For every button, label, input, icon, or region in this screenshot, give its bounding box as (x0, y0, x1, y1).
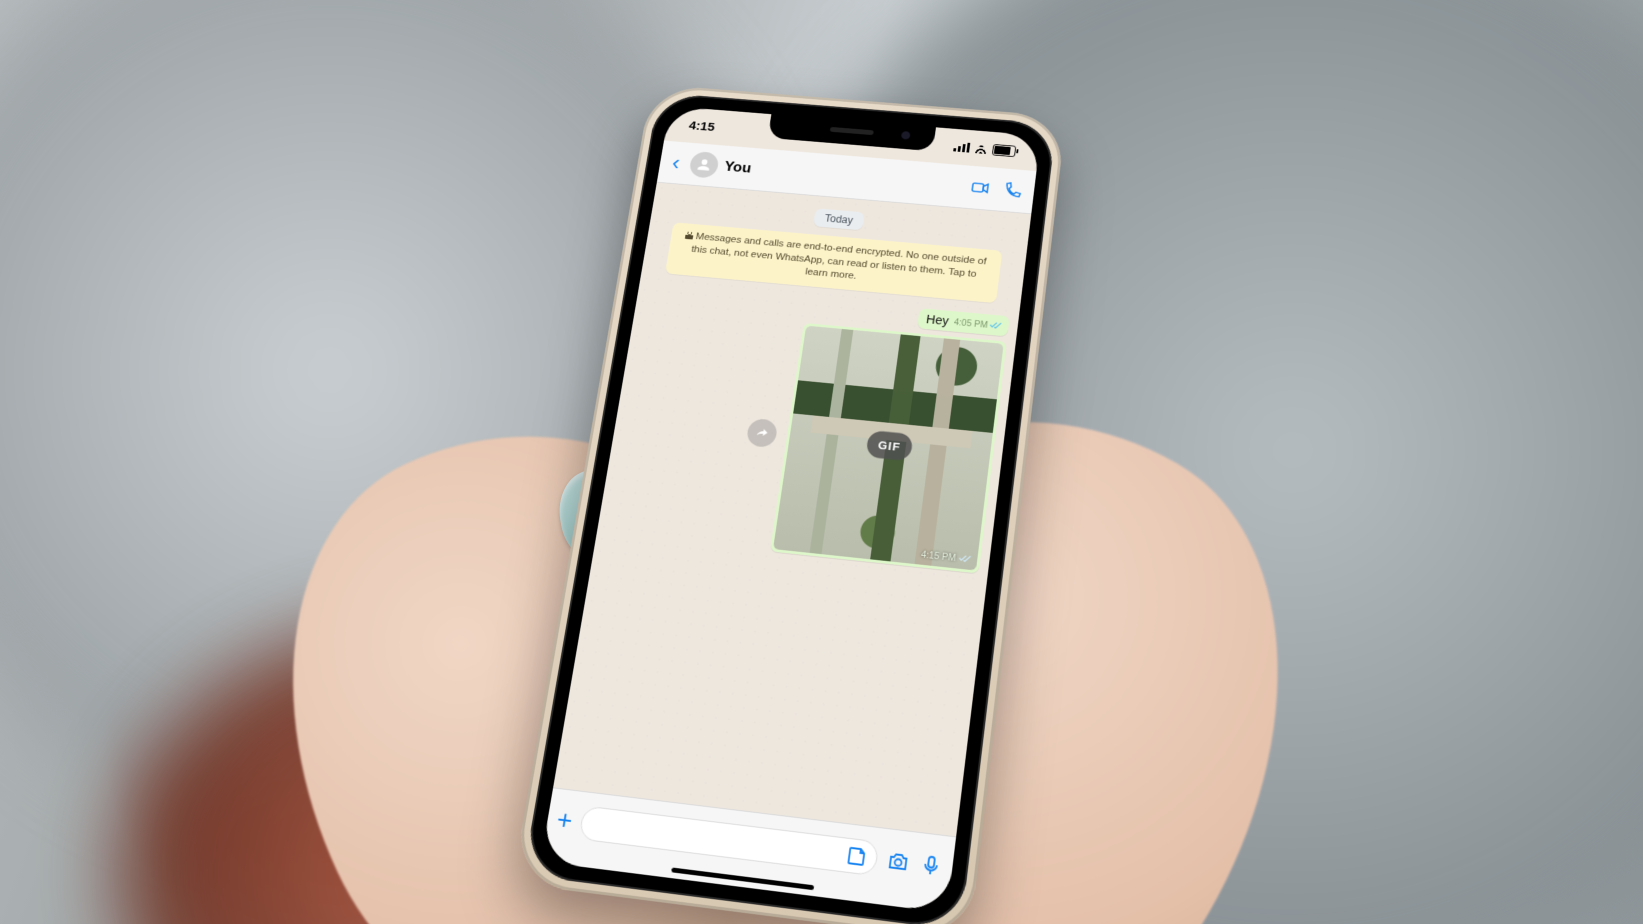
mic-button[interactable] (918, 853, 944, 879)
person-icon (694, 156, 714, 173)
voice-call-button[interactable] (999, 178, 1027, 203)
battery-icon (992, 144, 1016, 157)
encryption-notice-text: Messages and calls are end-to-end encryp… (691, 232, 987, 282)
front-camera (901, 131, 911, 140)
read-receipt-icon (958, 553, 972, 566)
video-call-button[interactable] (967, 175, 995, 200)
contact-avatar[interactable] (688, 151, 720, 179)
attach-button[interactable]: + (555, 806, 575, 834)
camera-button[interactable] (885, 849, 911, 875)
outgoing-text-message[interactable]: Hey 4:05 PM (917, 308, 1010, 336)
lock-icon (685, 232, 694, 240)
video-icon (969, 177, 993, 198)
sticker-button[interactable] (844, 844, 870, 870)
forward-button[interactable] (746, 417, 779, 447)
contact-name[interactable]: You (723, 159, 962, 195)
photo-scene: 4:15 ‹ You (0, 0, 1643, 924)
microphone-icon (918, 853, 944, 879)
message-text: Hey (925, 312, 949, 327)
message-row: GIF 4:15 PM (606, 308, 1007, 573)
speaker-grille (830, 127, 874, 135)
phone-icon (1001, 180, 1025, 201)
outgoing-gif-message[interactable]: GIF 4:15 PM (770, 323, 1007, 574)
wifi-icon (973, 143, 988, 154)
clock: 4:15 (688, 118, 716, 133)
gif-thumbnail[interactable]: GIF 4:15 PM (773, 325, 1004, 570)
read-receipt-icon (989, 320, 1003, 332)
date-separator: Today (813, 208, 865, 230)
camera-icon (885, 849, 911, 875)
message-time: 4:05 PM (953, 318, 988, 330)
sticker-icon (844, 844, 870, 870)
back-button[interactable]: ‹ (667, 152, 685, 174)
cellular-signal-icon (953, 142, 970, 153)
forward-icon (754, 425, 770, 440)
